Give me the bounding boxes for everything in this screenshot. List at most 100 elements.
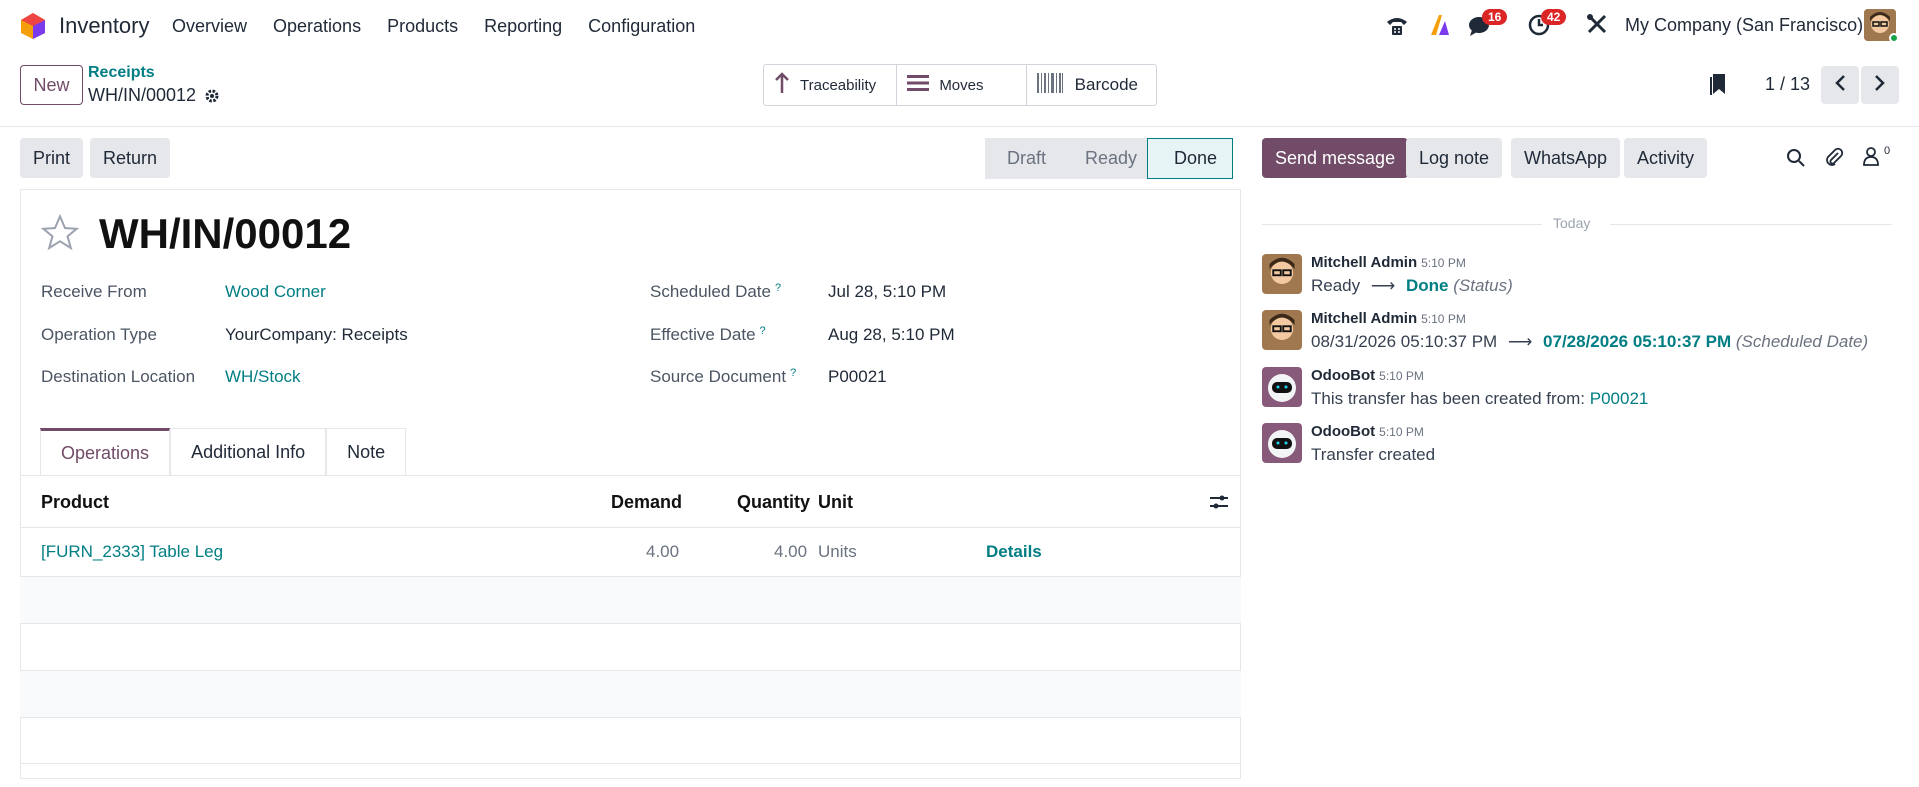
- record-title: WH/IN/00012: [99, 210, 352, 257]
- source-document-label: Source Document?: [650, 367, 797, 386]
- new-button[interactable]: New: [20, 65, 83, 105]
- source-document-link[interactable]: P00021: [1590, 389, 1649, 408]
- whatsapp-button[interactable]: WhatsApp: [1511, 138, 1621, 178]
- avatar[interactable]: [1262, 254, 1302, 294]
- followers-icon[interactable]: [1862, 146, 1880, 171]
- print-button[interactable]: Print: [20, 138, 84, 178]
- message-author[interactable]: Mitchell Admin 5:10 PM: [1311, 254, 1466, 271]
- ai-assistant-icon[interactable]: [1428, 13, 1452, 42]
- online-status-dot: [1889, 33, 1899, 43]
- menu-operations[interactable]: Operations: [273, 16, 361, 37]
- bookmark-icon[interactable]: [1710, 72, 1728, 101]
- paperclip-icon[interactable]: [1824, 147, 1844, 172]
- return-button[interactable]: Return: [90, 138, 171, 178]
- message-author[interactable]: OdooBot 5:10 PM: [1311, 367, 1424, 384]
- message-author[interactable]: Mitchell Admin 5:10 PM: [1311, 310, 1466, 327]
- barcode-icon: [1036, 72, 1063, 98]
- messages-badge: 16: [1482, 9, 1508, 25]
- status-done[interactable]: Done: [1147, 138, 1233, 179]
- empty-row: [20, 576, 1241, 623]
- destination-location-label: Destination Location: [41, 367, 196, 386]
- menu-products[interactable]: Products: [387, 16, 458, 37]
- row-details-button[interactable]: Details: [986, 542, 1042, 562]
- menu-configuration[interactable]: Configuration: [588, 16, 695, 37]
- control-panel: New Receipts WH/IN/00012 Traceability Mo…: [0, 52, 1919, 127]
- odoo-app-logo-icon[interactable]: [20, 12, 46, 45]
- effective-date-label: Effective Date?: [650, 325, 766, 344]
- operation-type-value[interactable]: YourCompany: Receipts: [225, 325, 408, 345]
- row-quantity: 4.00: [774, 542, 808, 561]
- app-name[interactable]: Inventory: [59, 13, 150, 39]
- avatar[interactable]: [1262, 310, 1302, 350]
- gear-icon[interactable]: [204, 88, 220, 109]
- debug-tools-icon[interactable]: [1586, 13, 1608, 40]
- help-tooltip-icon[interactable]: ?: [790, 367, 796, 379]
- tab-operations[interactable]: Operations: [40, 428, 171, 475]
- message-author[interactable]: OdooBot 5:10 PM: [1311, 423, 1424, 440]
- menu-reporting[interactable]: Reporting: [484, 16, 562, 37]
- main-menu: Overview Operations Products Reporting C…: [172, 16, 721, 37]
- odoobot-avatar[interactable]: [1262, 423, 1302, 463]
- message-body: 08/31/2026 05:10:37 PM ⟶ 07/28/2026 05:1…: [1311, 332, 1869, 351]
- col-product[interactable]: Product: [41, 492, 109, 513]
- status-ready[interactable]: Ready: [1061, 138, 1147, 179]
- pager-next-button[interactable]: [1861, 66, 1899, 104]
- message-body: Ready ⟶ Done (Status): [1311, 276, 1513, 295]
- message-time: 5:10 PM: [1421, 256, 1466, 270]
- arrow-up-icon: [774, 71, 790, 99]
- row-product[interactable]: [FURN_2333] Table Leg: [41, 542, 223, 562]
- top-navbar: Inventory Overview Operations Products R…: [0, 0, 1919, 52]
- effective-date-value: Aug 28, 5:10 PM: [828, 325, 955, 344]
- phone-icon[interactable]: [1384, 14, 1410, 43]
- tab-additional-info[interactable]: Additional Info: [170, 428, 327, 475]
- source-document-value[interactable]: P00021: [828, 367, 887, 387]
- empty-row: [20, 717, 1241, 764]
- col-unit[interactable]: Unit: [818, 492, 853, 513]
- destination-location-value[interactable]: WH/Stock: [225, 367, 301, 387]
- chevron-right-icon: [1874, 74, 1886, 97]
- operations-table: Product Demand Quantity Unit [FURN_2333]…: [20, 475, 1241, 764]
- notebook-tabs: Operations Additional Info Note: [40, 428, 407, 475]
- activities-badge: 42: [1541, 9, 1567, 25]
- barcode-button[interactable]: Barcode: [1027, 65, 1156, 105]
- traceability-button[interactable]: Traceability: [764, 65, 898, 105]
- col-demand[interactable]: Demand: [611, 492, 682, 513]
- table-header: Product Demand Quantity Unit: [20, 475, 1241, 527]
- breadcrumb-receipts[interactable]: Receipts: [88, 64, 155, 82]
- message-time: 5:10 PM: [1379, 369, 1424, 383]
- pager-previous-button[interactable]: [1821, 66, 1859, 104]
- receive-from-label: Receive From: [41, 282, 147, 301]
- menu-overview[interactable]: Overview: [172, 16, 247, 37]
- priority-star-icon[interactable]: [40, 213, 80, 258]
- search-icon[interactable]: [1786, 148, 1806, 173]
- message-time: 5:10 PM: [1379, 425, 1424, 439]
- col-quantity[interactable]: Quantity: [737, 492, 810, 513]
- scheduled-date-value[interactable]: Jul 28, 5:10 PM: [828, 282, 946, 302]
- tab-note[interactable]: Note: [326, 428, 407, 475]
- status-draft[interactable]: Draft: [985, 138, 1061, 179]
- help-tooltip-icon[interactable]: ?: [760, 325, 766, 337]
- table-row[interactable]: [FURN_2333] Table Leg 4.00 4.00 Units De…: [20, 527, 1241, 576]
- date-separator-label: Today: [1553, 215, 1591, 231]
- breadcrumb-current: WH/IN/00012: [88, 85, 197, 105]
- chevron-left-icon: [1834, 74, 1846, 97]
- help-tooltip-icon[interactable]: ?: [775, 282, 781, 294]
- log-note-button[interactable]: Log note: [1406, 138, 1503, 178]
- empty-row: [20, 623, 1241, 670]
- send-message-button[interactable]: Send message: [1262, 138, 1409, 178]
- status-bar: Draft Ready Done: [985, 138, 1233, 179]
- list-icon: [907, 74, 930, 97]
- message-body: Transfer created: [1311, 445, 1436, 464]
- smart-buttons: Traceability Moves Barcode: [763, 64, 1157, 106]
- odoobot-avatar[interactable]: [1262, 367, 1302, 407]
- activity-button[interactable]: Activity: [1624, 138, 1708, 178]
- moves-button[interactable]: Moves: [897, 65, 1027, 105]
- pager-value[interactable]: 1 / 13: [1765, 74, 1810, 95]
- optional-columns-icon[interactable]: [1209, 494, 1229, 515]
- row-unit: Units: [818, 542, 857, 561]
- empty-row: [20, 670, 1241, 717]
- row-demand: 4.00: [646, 542, 680, 561]
- arrow-right-icon: ⟶: [1507, 332, 1533, 351]
- company-switcher[interactable]: My Company (San Francisco): [1625, 15, 1863, 36]
- receive-from-value[interactable]: Wood Corner: [225, 282, 326, 302]
